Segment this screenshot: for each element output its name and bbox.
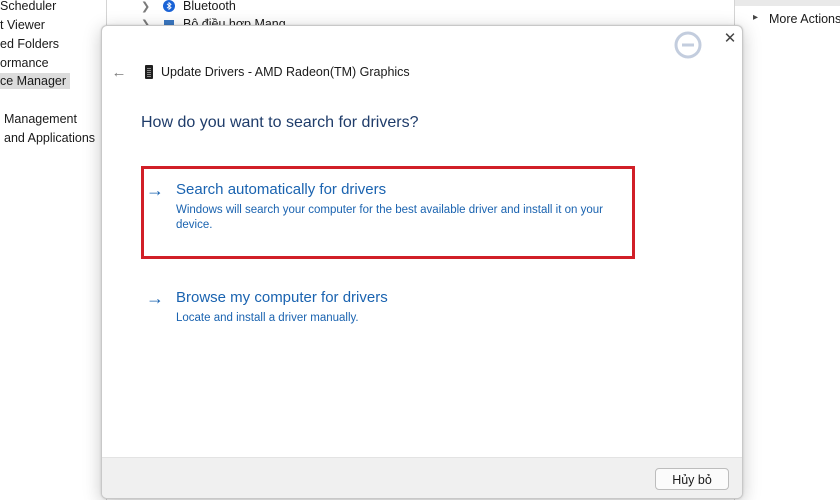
option-title: Search automatically for drivers (176, 181, 387, 198)
close-button[interactable]: ✕ (718, 28, 742, 50)
device-row-label: Bluetooth (183, 0, 236, 13)
arrow-right-icon: → (146, 180, 164, 200)
tree-item-shared-folders[interactable]: ed Folders (0, 36, 59, 52)
option-description: Windows will search your computer for th… (176, 204, 603, 231)
actions-header-bar (735, 0, 840, 6)
tree-item-storage-management[interactable]: Management (4, 111, 77, 127)
arrow-right-icon: → (146, 288, 164, 308)
tree-item-services-and-applications[interactable]: and Applications (4, 130, 95, 146)
tree-item-task-scheduler[interactable]: Scheduler (0, 0, 56, 14)
option-description: Locate and install a driver manually. (176, 312, 359, 324)
bluetooth-icon (163, 0, 175, 12)
cancel-button[interactable]: Hủy bỏ (655, 468, 729, 490)
computer-management-tree: Scheduler t Viewer ed Folders ormance ce… (0, 0, 107, 500)
more-actions-item[interactable]: More Actions (769, 12, 840, 26)
tree-item-event-viewer[interactable]: t Viewer (0, 17, 45, 33)
dialog-title: Update Drivers - AMD Radeon(TM) Graphics (161, 65, 410, 79)
close-icon: ✕ (723, 30, 737, 47)
back-arrow-icon: ← (111, 64, 127, 81)
back-button[interactable]: ← (108, 62, 130, 84)
chevron-right-icon[interactable]: ❯ (141, 0, 153, 13)
chevron-right-icon[interactable]: ▸ (753, 12, 758, 23)
tree-item-device-manager[interactable]: ce Manager (0, 73, 71, 89)
watermark-emblem-icon (674, 31, 702, 59)
device-row-bluetooth[interactable]: ❯ Bluetooth (141, 0, 236, 14)
browse-my-computer-option[interactable]: → Browse my computer for drivers Locate … (146, 288, 636, 358)
search-automatically-option[interactable]: → Search automatically for drivers Windo… (146, 180, 636, 250)
option-title: Browse my computer for drivers (176, 289, 388, 306)
dialog-footer: Hủy bỏ (102, 457, 742, 498)
graphics-card-icon (145, 65, 153, 79)
tree-item-performance[interactable]: ormance (0, 55, 49, 71)
actions-pane: ▸ More Actions (734, 0, 840, 500)
update-drivers-dialog: ← Update Drivers - AMD Radeon(TM) Graphi… (101, 25, 743, 499)
dialog-heading: How do you want to search for drivers? (141, 114, 419, 131)
